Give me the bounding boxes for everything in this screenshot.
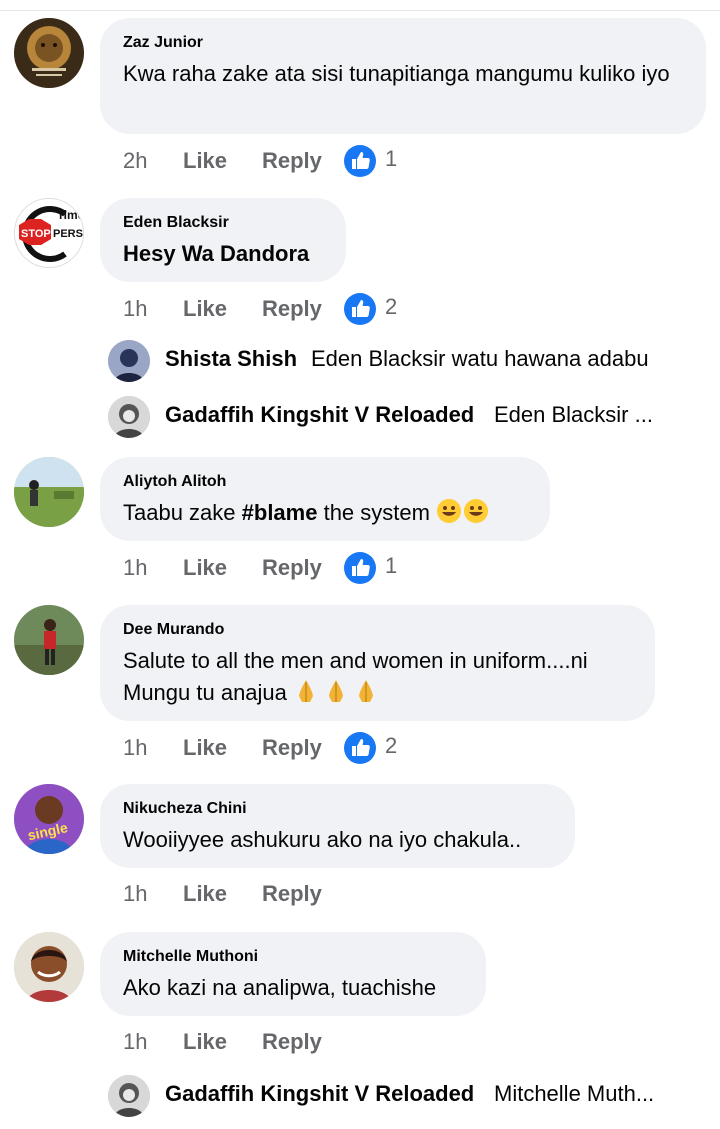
folded-hands-emoji xyxy=(293,678,385,713)
avatar[interactable] xyxy=(14,605,84,675)
reply-button[interactable]: Reply xyxy=(262,148,322,174)
like-button[interactable]: Like xyxy=(183,735,227,761)
avatar[interactable] xyxy=(14,932,84,1002)
like-reaction-icon[interactable] xyxy=(344,293,376,325)
comment-author[interactable]: Dee Murando xyxy=(123,621,633,639)
hashtag[interactable]: #blame xyxy=(242,500,318,525)
comment-bubble: Aliytoh Alitoh Taabu zake #blame the sys… xyxy=(100,457,550,541)
comment-author[interactable]: Mitchelle Muthoni xyxy=(123,948,464,966)
reaction-count[interactable]: 2 xyxy=(385,294,397,320)
reply-button[interactable]: Reply xyxy=(262,881,322,907)
comment-text: Ako kazi na analipwa, tuachishe xyxy=(123,975,437,1000)
comment-text: Hesy Wa Dandora xyxy=(123,241,310,266)
avatar[interactable] xyxy=(108,340,150,382)
comment-author[interactable]: Eden Blacksir xyxy=(123,214,324,232)
comment-author[interactable]: Nikucheza Chini xyxy=(123,800,553,818)
reply-author[interactable]: Gadaffih Kingshit V Reloaded xyxy=(165,1081,474,1107)
avatar[interactable]: rime STOP PERS xyxy=(14,198,84,268)
avatar[interactable] xyxy=(108,396,150,438)
comment-author[interactable]: Zaz Junior xyxy=(123,34,684,52)
comment-text: Wooiiyyee ashukuru ako na iyo chakula.. xyxy=(123,827,522,852)
like-reaction-icon[interactable] xyxy=(344,732,376,764)
rolling-laughing-emoji xyxy=(436,498,490,533)
timestamp[interactable]: 1h xyxy=(123,1029,147,1055)
like-button[interactable]: Like xyxy=(183,881,227,907)
reply-item[interactable]: Gadaffih Kingshit V Reloaded Mitchelle M… xyxy=(108,1075,708,1117)
timestamp[interactable]: 1h xyxy=(123,296,147,322)
reply-item[interactable]: Shista Shish Eden Blacksir watu hawana a… xyxy=(108,340,708,382)
like-button[interactable]: Like xyxy=(183,296,227,322)
reply-text: Eden Blacksir watu hawana adabu xyxy=(311,346,649,371)
reply-text: Eden Blacksir ... xyxy=(494,402,653,427)
svg-text:rime: rime xyxy=(59,208,84,222)
comment-author[interactable]: Aliytoh Alitoh xyxy=(123,473,528,491)
comment-bubble: Dee Murando Salute to all the men and wo… xyxy=(100,605,655,721)
like-button[interactable]: Like xyxy=(183,148,227,174)
reply-author[interactable]: Gadaffih Kingshit V Reloaded xyxy=(165,402,474,428)
text-line: Salute to all the men and women in unifo… xyxy=(123,648,588,673)
comment-text: Salute to all the men and women in unifo… xyxy=(123,645,633,713)
reaction-count[interactable]: 1 xyxy=(385,146,397,172)
reply-text: Mitchelle Muth... xyxy=(494,1081,655,1106)
text-line: Mungu tu anajua xyxy=(123,677,633,713)
top-divider xyxy=(0,10,720,11)
svg-text:STOP: STOP xyxy=(21,228,51,240)
comment-bubble: Eden Blacksir Hesy Wa Dandora xyxy=(100,198,346,282)
comment-text: Taabu zake #blame the system xyxy=(123,497,528,533)
reply-button[interactable]: Reply xyxy=(262,555,322,581)
like-button[interactable]: Like xyxy=(183,555,227,581)
avatar[interactable]: single xyxy=(14,784,84,854)
reaction-count[interactable]: 1 xyxy=(385,553,397,579)
reply-button[interactable]: Reply xyxy=(262,296,322,322)
comment-bubble: Zaz Junior Kwa raha zake ata sisi tunapi… xyxy=(100,18,706,134)
text-segment: Mungu tu anajua xyxy=(123,680,287,705)
reply-author[interactable]: Shista Shish xyxy=(165,346,297,372)
avatar[interactable] xyxy=(14,457,84,527)
comment-bubble: Mitchelle Muthoni Ako kazi na analipwa, … xyxy=(100,932,486,1016)
text-segment: Taabu zake xyxy=(123,500,242,525)
timestamp[interactable]: 2h xyxy=(123,148,147,174)
timestamp[interactable]: 1h xyxy=(123,555,147,581)
avatar[interactable] xyxy=(108,1075,150,1117)
svg-text:PERS: PERS xyxy=(53,228,83,240)
reply-item[interactable]: Gadaffih Kingshit V Reloaded Eden Blacks… xyxy=(108,396,708,438)
timestamp[interactable]: 1h xyxy=(123,735,147,761)
timestamp[interactable]: 1h xyxy=(123,881,147,907)
like-reaction-icon[interactable] xyxy=(344,552,376,584)
reaction-count[interactable]: 2 xyxy=(385,733,397,759)
reply-button[interactable]: Reply xyxy=(262,1029,322,1055)
text-segment: the system xyxy=(317,500,430,525)
comment-bubble: Nikucheza Chini Wooiiyyee ashukuru ako n… xyxy=(100,784,575,868)
avatar[interactable] xyxy=(14,18,84,88)
comment-text: Kwa raha zake ata sisi tunapitianga mang… xyxy=(123,61,670,86)
like-reaction-icon[interactable] xyxy=(344,145,376,177)
like-button[interactable]: Like xyxy=(183,1029,227,1055)
reply-button[interactable]: Reply xyxy=(262,735,322,761)
